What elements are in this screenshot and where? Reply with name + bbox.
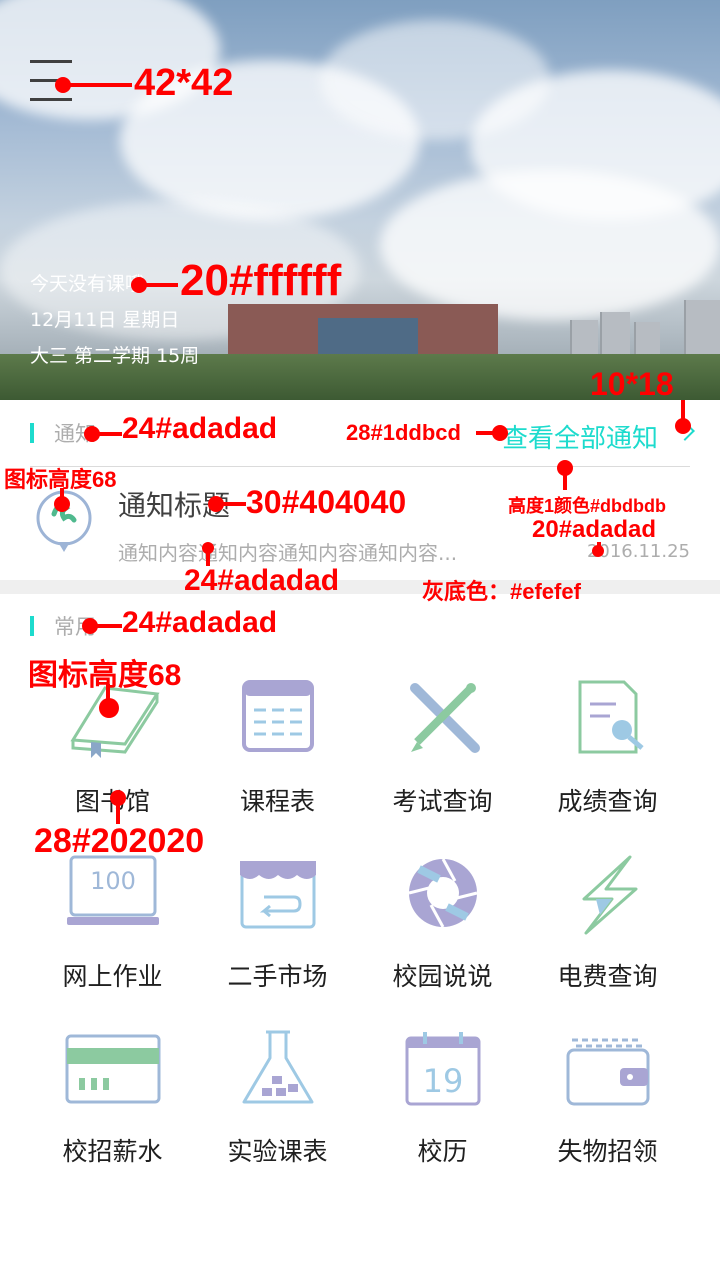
- lightning-icon: [582, 855, 637, 935]
- grid-item-label: 校招薪水: [62, 1137, 163, 1166]
- grid-item-exam[interactable]: 考试查询: [360, 680, 525, 855]
- svg-text:100: 100: [90, 867, 136, 895]
- timetable-icon: [241, 680, 314, 752]
- section-separator: [0, 580, 720, 594]
- view-all-notices-link[interactable]: 查看全部通知: [502, 418, 658, 455]
- annotation-gray-band: 灰底色：#efefef: [422, 579, 581, 604]
- market-icon: [239, 861, 316, 929]
- card-icon: [65, 1034, 160, 1104]
- grid-item-campus-talk[interactable]: 校园说说: [360, 855, 525, 1030]
- grid-item-homework[interactable]: 100 网上作业: [30, 855, 195, 1030]
- term-week-text: 大三 第二学期 15周: [30, 345, 200, 367]
- svg-text:19: 19: [422, 1062, 463, 1100]
- grid-item-label: 实验课表: [227, 1137, 328, 1166]
- grid-item-label: 网上作业: [62, 962, 163, 991]
- grid-item-label: 校历: [417, 1137, 468, 1166]
- annotation-grid-label: 28#202020: [34, 822, 205, 860]
- grid-item-label: 失物招领: [557, 1137, 658, 1166]
- exam-icon: [409, 683, 480, 753]
- feature-grid: 图书馆 课程表 考试查询: [30, 680, 690, 1205]
- hero-banner: 今天没有课哦 12月11日 星期日 大三 第二学期 15周: [0, 0, 720, 400]
- accent-bar: [30, 423, 34, 443]
- annotation-view-all: 28#1ddbcd: [346, 420, 461, 445]
- grid-item-label: 电费查询: [557, 962, 658, 991]
- grid-item-market[interactable]: 二手市场: [195, 855, 360, 1030]
- annotation-notice-body: 24#adadad: [184, 564, 340, 597]
- aperture-icon: [408, 858, 477, 928]
- accent-bar: [30, 616, 34, 636]
- annotation-hero-text: 20#ffffff: [180, 256, 342, 305]
- calendar-icon: 19: [405, 1032, 480, 1106]
- annotation-common-label: 24#adadad: [122, 606, 278, 639]
- divider: [30, 466, 690, 467]
- annotation-notice-title: 30#404040: [246, 484, 407, 520]
- annotation-date: 20#adadad: [532, 516, 657, 543]
- annotation-icon-height-large: 图标高度68: [28, 659, 182, 692]
- annotation-menu-size: 42*42: [134, 62, 234, 104]
- grid-item-label: 成绩查询: [557, 787, 658, 816]
- wallet-icon: [566, 1038, 649, 1106]
- grid-item-lab-schedule[interactable]: 实验课表: [195, 1030, 360, 1205]
- homework-icon: 100: [66, 855, 159, 925]
- grid-item-label: 考试查询: [392, 787, 493, 816]
- flask-icon: [242, 1030, 313, 1104]
- today-schedule-text: 今天没有课哦: [30, 273, 145, 295]
- grid-item-salary[interactable]: 校招薪水: [30, 1030, 195, 1205]
- grid-item-label: 校园说说: [392, 962, 493, 991]
- annotation-arrow-size: 10*18: [590, 366, 674, 402]
- annotation-divider: 高度1颜色#dbdbdb: [508, 496, 666, 516]
- grid-item-lost-found[interactable]: 失物招领: [525, 1030, 690, 1205]
- grid-item-label: 二手市场: [227, 962, 328, 991]
- annotation-notice-label: 24#adadad: [122, 412, 278, 445]
- notice-body: 通知内容通知内容通知内容通知内容...: [118, 541, 458, 565]
- grid-item-timetable[interactable]: 课程表: [195, 680, 360, 855]
- grid-item-school-calendar[interactable]: 19 校历: [360, 1030, 525, 1205]
- grades-icon: [578, 680, 644, 754]
- grid-item-electricity[interactable]: 电费查询: [525, 855, 690, 1030]
- grid-item-label: 课程表: [239, 787, 315, 816]
- grid-item-grades[interactable]: 成绩查询: [525, 680, 690, 855]
- date-text: 12月11日 星期日: [30, 309, 180, 331]
